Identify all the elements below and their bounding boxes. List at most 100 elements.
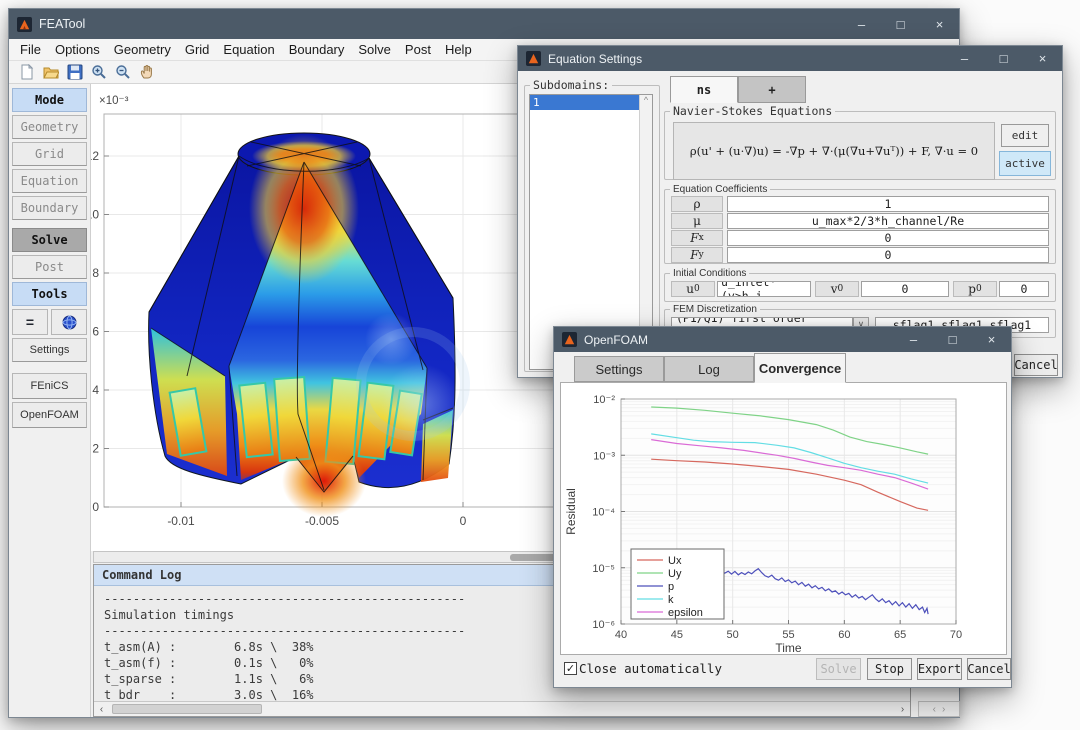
p0-input[interactable]: 0 [999, 281, 1049, 297]
equation-coefficients-group: Equation Coefficients ρ 1 μ u_max*2/3*h_… [664, 184, 1056, 264]
svg-text:70: 70 [950, 629, 962, 641]
equation-cancel-button[interactable]: Cancel [1014, 354, 1058, 376]
rho-label: ρ [671, 196, 723, 212]
scroll-right-icon[interactable]: › [895, 702, 910, 716]
sidebar: Mode Geometry Grid Equation Boundary Sol… [9, 84, 91, 717]
menu-solve[interactable]: Solve [351, 40, 398, 59]
close-button[interactable]: × [1023, 46, 1062, 71]
convergence-chart: 4045505560657010⁻²10⁻³10⁻⁴10⁻⁵10⁻⁶TimeRe… [561, 383, 1006, 654]
close-automatically-label: Close automatically [579, 661, 722, 676]
close-button[interactable]: × [972, 327, 1011, 352]
sidebar-item-fenics[interactable]: FEniCS [12, 373, 87, 399]
dialog-title: Equation Settings [548, 52, 642, 66]
sidebar-item-grid[interactable]: Grid [12, 142, 87, 166]
fx-input[interactable]: 0 [727, 230, 1049, 246]
menu-post[interactable]: Post [398, 40, 438, 59]
p0-label: p0 [953, 281, 997, 297]
featool-logo-icon [17, 17, 32, 32]
log-pager[interactable]: ‹ › [918, 701, 960, 717]
pan-hand-icon[interactable] [137, 63, 157, 82]
log-line: t_bdr : 3.0s \ 16% [104, 687, 900, 701]
maximize-button[interactable]: □ [933, 327, 972, 352]
tab-log[interactable]: Log [664, 356, 754, 382]
pager-next-icon[interactable]: › [942, 704, 945, 715]
close-button[interactable]: × [920, 9, 959, 39]
sidebar-item-post[interactable]: Post [12, 255, 87, 279]
navier-stokes-legend: Navier-Stokes Equations [670, 104, 835, 118]
sidebar-item-openfoam[interactable]: OpenFOAM [12, 402, 87, 428]
new-file-icon[interactable] [17, 63, 37, 82]
sidebar-item-boundary[interactable]: Boundary [12, 196, 87, 220]
zoom-out-icon[interactable] [113, 63, 133, 82]
openfoam-dialog-titlebar[interactable]: OpenFOAM – □ × [554, 327, 1011, 352]
svg-text:Ux: Ux [668, 555, 682, 567]
scroll-left-icon[interactable]: ‹ [94, 702, 109, 716]
edit-button[interactable]: edit [1001, 124, 1049, 147]
scroll-up-icon[interactable]: ^ [644, 95, 648, 105]
save-icon[interactable] [65, 63, 85, 82]
initial-conditions-legend: Initial Conditions [670, 268, 749, 279]
window-title: FEATool [39, 17, 85, 31]
tab-convergence[interactable]: Convergence [754, 353, 846, 383]
log-horizontal-scrollbar[interactable]: ‹ › [94, 701, 910, 716]
subdomains-label: Subdomains: [530, 78, 612, 92]
menu-geometry[interactable]: Geometry [107, 40, 178, 59]
rho-input[interactable]: 1 [727, 196, 1049, 212]
menu-options[interactable]: Options [48, 40, 107, 59]
tab-ns[interactable]: ns [670, 76, 738, 103]
stop-button[interactable]: Stop [867, 658, 912, 680]
fem-discretization-legend: FEM Discretization [670, 304, 760, 315]
zoom-in-icon[interactable] [89, 63, 109, 82]
sidebar-item-equation[interactable]: Equation [12, 169, 87, 193]
menu-help[interactable]: Help [438, 40, 479, 59]
openfoam-dialog: OpenFOAM – □ × Settings Log Convergence … [553, 326, 1012, 688]
equation-dialog-titlebar[interactable]: Equation Settings – □ × [518, 46, 1062, 71]
checkbox-check-icon[interactable]: ✓ [564, 662, 577, 675]
sidebar-item-geometry[interactable]: Geometry [12, 115, 87, 139]
u0-label: u0 [671, 281, 715, 297]
multiphysics-tool-button[interactable] [51, 309, 87, 335]
minimize-button[interactable]: – [894, 327, 933, 352]
v0-input[interactable]: 0 [861, 281, 949, 297]
minimize-button[interactable]: – [945, 46, 984, 71]
initial-conditions-group: Initial Conditions u0 u_inlet*(y>h_i v0 … [664, 268, 1056, 302]
menu-file[interactable]: File [13, 40, 48, 59]
svg-text:10⁻⁶: 10⁻⁶ [592, 619, 615, 631]
sidebar-item-settings[interactable]: Settings [12, 338, 87, 362]
scrollbar-thumb[interactable] [112, 704, 262, 714]
svg-text:50: 50 [727, 629, 739, 641]
fx-label: Fx [671, 230, 723, 246]
close-automatically-checkbox[interactable]: ✓ Close automatically [564, 661, 722, 676]
minimize-button[interactable]: – [842, 9, 881, 39]
fy-label: Fy [671, 247, 723, 263]
subdomain-item[interactable]: 1 [530, 95, 639, 110]
menu-boundary[interactable]: Boundary [282, 40, 352, 59]
svg-text:epsilon: epsilon [668, 607, 703, 619]
svg-text:k: k [668, 594, 674, 606]
svg-text:55: 55 [782, 629, 794, 641]
tab-add-equation[interactable]: + [738, 76, 806, 103]
equation-tool-button[interactable]: = [12, 309, 48, 335]
fy-input[interactable]: 0 [727, 247, 1049, 263]
sphere-icon [62, 315, 77, 330]
u0-input[interactable]: u_inlet*(y>h_i [717, 281, 811, 297]
maximize-button[interactable]: □ [984, 46, 1023, 71]
menu-grid[interactable]: Grid [178, 40, 217, 59]
menu-equation[interactable]: Equation [216, 40, 281, 59]
open-file-icon[interactable] [41, 63, 61, 82]
sidebar-item-solve[interactable]: Solve [12, 228, 87, 252]
export-button[interactable]: Export [917, 658, 962, 680]
svg-text:10⁻²: 10⁻² [593, 394, 615, 406]
mu-input[interactable]: u_max*2/3*h_channel/Re [727, 213, 1049, 229]
maximize-button[interactable]: □ [881, 9, 920, 39]
svg-text:p: p [668, 581, 674, 593]
svg-text:45: 45 [671, 629, 683, 641]
cancel-button[interactable]: Cancel [967, 658, 1011, 680]
splitter-thumb[interactable] [510, 554, 556, 561]
active-button[interactable]: active [999, 151, 1051, 176]
svg-text:10⁻⁴: 10⁻⁴ [592, 507, 615, 519]
main-titlebar[interactable]: FEATool – □ × [9, 9, 959, 39]
solve-button[interactable]: Solve [816, 658, 861, 680]
tab-settings[interactable]: Settings [574, 356, 664, 382]
pager-prev-icon[interactable]: ‹ [933, 704, 936, 715]
